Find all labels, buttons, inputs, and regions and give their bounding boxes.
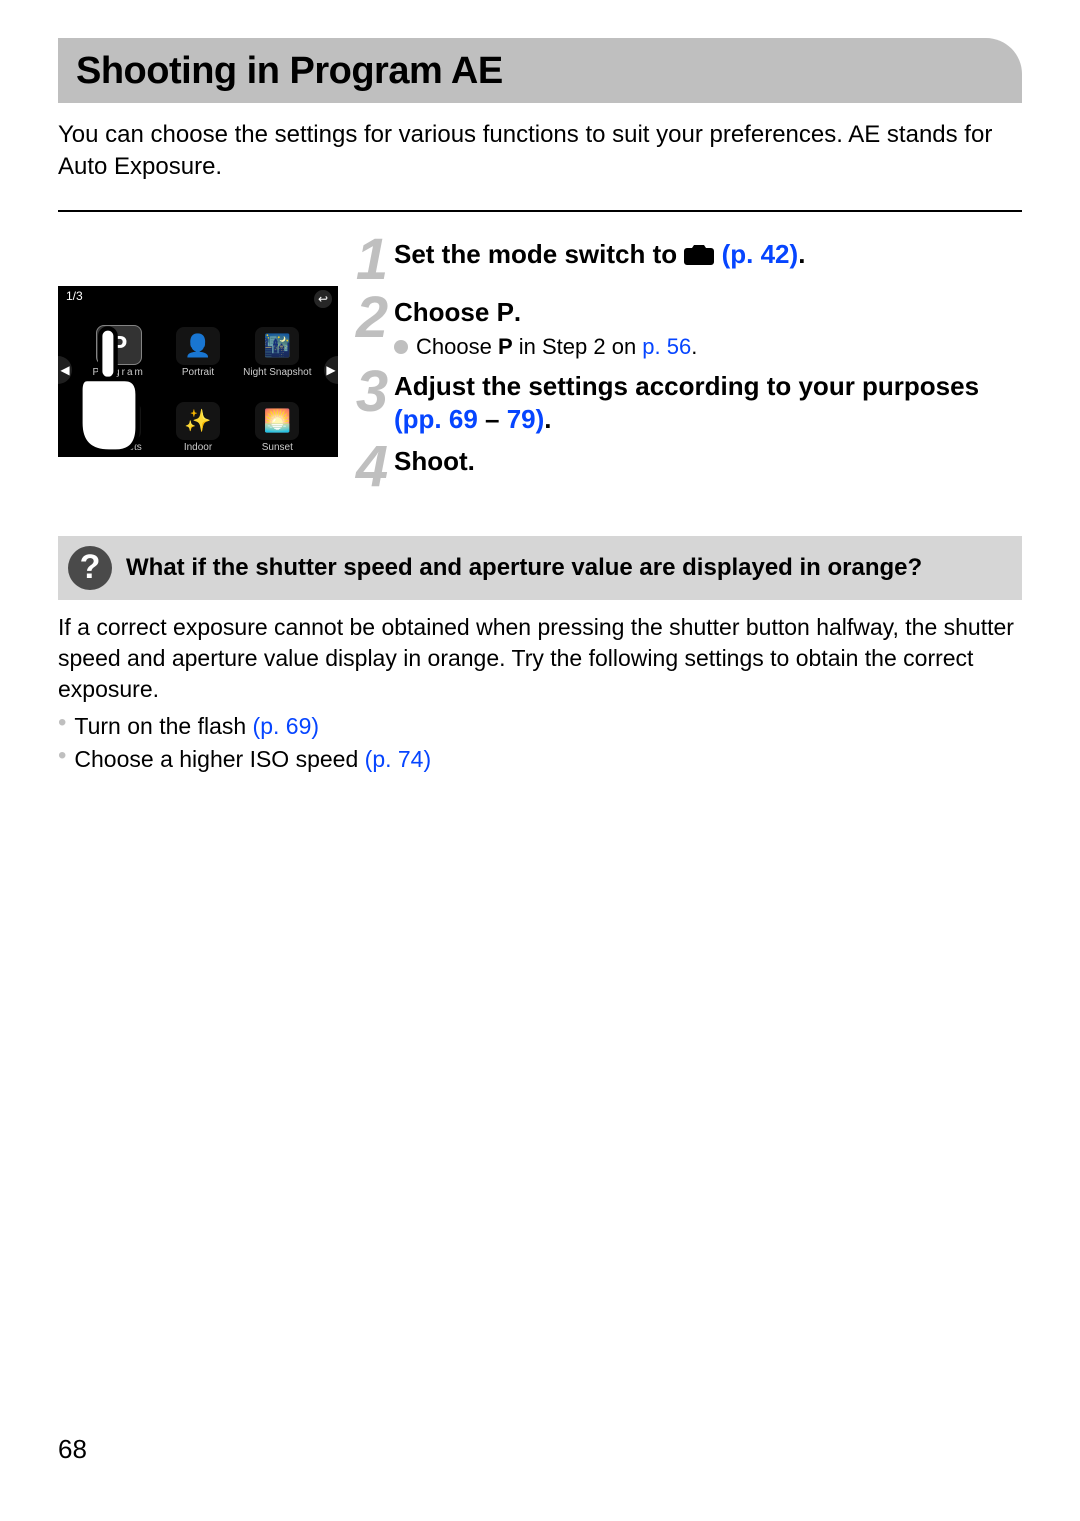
list-item: Turn on the flash (p. 69) bbox=[58, 711, 1022, 742]
step-1-text: Set the mode switch to bbox=[394, 239, 684, 269]
step-3-suffix: . bbox=[544, 404, 551, 434]
step-3-text: Adjust the settings according to your pu… bbox=[394, 371, 979, 401]
main-row: 1/3 ↩ ◀ ▶ P Program 👤 Portrait 🌃 Night S… bbox=[58, 234, 1022, 500]
question-text: What if the shutter speed and aperture v… bbox=[126, 553, 922, 583]
answer-block: If a correct exposure cannot be obtained… bbox=[58, 612, 1022, 775]
lcd-mode-sunset: 🌅 Sunset bbox=[239, 382, 316, 453]
sunset-icon: 🌅 bbox=[255, 402, 299, 440]
lcd-mode-label: Program bbox=[92, 367, 144, 378]
step-1-title: Set the mode switch to (p. 42). bbox=[394, 239, 805, 269]
lcd-mode-indoor: ✨ Indoor bbox=[159, 382, 236, 453]
lcd-page-counter: 1/3 bbox=[66, 289, 83, 303]
step-3: 3 Adjust the settings according to your … bbox=[350, 366, 1022, 435]
step-3-page-link-open[interactable]: (pp. 69 bbox=[394, 404, 478, 434]
camera-lcd-screenshot: 1/3 ↩ ◀ ▶ P Program 👤 Portrait 🌃 Night S… bbox=[58, 286, 338, 457]
lcd-mode-label: Indoor bbox=[184, 442, 212, 453]
page-title-block: Shooting in Program AE bbox=[58, 38, 1022, 103]
lcd-mode-kids: 🐾 Kids&Pets bbox=[80, 382, 157, 453]
step-number: 1 bbox=[350, 234, 394, 286]
step-2-text: Choose bbox=[394, 297, 497, 327]
lcd-mode-grid: P Program 👤 Portrait 🌃 Night Snapshot 🐾 … bbox=[80, 308, 316, 453]
lcd-mode-label: Night Snapshot bbox=[243, 367, 311, 378]
step-2-sub-mid: in Step 2 on bbox=[513, 334, 643, 359]
step-2-title: Choose P. bbox=[394, 297, 521, 327]
camera-icon bbox=[684, 242, 714, 266]
step-2-suffix: . bbox=[514, 297, 521, 327]
bullet-icon bbox=[394, 340, 408, 354]
lcd-right-arrow-icon: ▶ bbox=[324, 356, 338, 384]
step-number: 2 bbox=[350, 292, 394, 344]
step-2-page-link[interactable]: p. 56 bbox=[642, 334, 691, 359]
step-4: 4 Shoot. bbox=[350, 441, 1022, 493]
kids-pets-icon: 🐾 bbox=[97, 402, 141, 440]
lcd-mode-label: Portrait bbox=[182, 367, 214, 378]
step-1-suffix: . bbox=[798, 239, 805, 269]
lcd-left-arrow-icon: ◀ bbox=[58, 356, 72, 384]
question-banner: ? What if the shutter speed and aperture… bbox=[58, 536, 1022, 600]
manual-page: Shooting in Program AE You can choose th… bbox=[0, 0, 1080, 1521]
night-snapshot-icon: 🌃 bbox=[255, 327, 299, 365]
page-title: Shooting in Program AE bbox=[76, 50, 1004, 93]
answer-paragraph: If a correct exposure cannot be obtained… bbox=[58, 614, 1014, 702]
lcd-back-icon: ↩ bbox=[314, 290, 332, 308]
step-2: 2 Choose P. Choose P in Step 2 on p. 56. bbox=[350, 292, 1022, 361]
lcd-mode-label: Kids&Pets bbox=[96, 442, 142, 453]
step-1-page-link[interactable]: (p. 42) bbox=[722, 239, 799, 269]
p-mode-icon: P bbox=[96, 325, 142, 365]
answer-list: Turn on the flash (p. 69) Choose a highe… bbox=[58, 711, 1022, 775]
step-2-sub: Choose P in Step 2 on p. 56. bbox=[394, 334, 697, 360]
step-3-page-link-close[interactable]: 79) bbox=[507, 404, 545, 434]
p-glyph: P bbox=[498, 334, 513, 359]
lcd-mode-program: P Program bbox=[80, 308, 157, 379]
step-1: 1 Set the mode switch to (p. 42). bbox=[350, 234, 1022, 286]
portrait-icon: 👤 bbox=[176, 327, 220, 365]
intro-paragraph: You can choose the settings for various … bbox=[58, 119, 1022, 184]
answer-item-link[interactable]: (p. 74) bbox=[365, 746, 431, 772]
step-number: 3 bbox=[350, 366, 394, 418]
indoor-icon: ✨ bbox=[176, 402, 220, 440]
answer-item-link[interactable]: (p. 69) bbox=[253, 713, 319, 739]
step-number: 4 bbox=[350, 441, 394, 493]
step-3-dash: – bbox=[478, 404, 507, 434]
answer-item-text: Choose a higher ISO speed bbox=[74, 746, 364, 772]
list-item: Choose a higher ISO speed (p. 74) bbox=[58, 744, 1022, 775]
lcd-mode-night: 🌃 Night Snapshot bbox=[239, 308, 316, 379]
lcd-mode-label: Sunset bbox=[262, 442, 293, 453]
p-glyph: P bbox=[497, 297, 514, 327]
step-list: 1 Set the mode switch to (p. 42). 2 bbox=[350, 234, 1022, 500]
page-number: 68 bbox=[58, 1434, 87, 1465]
step-3-title: Adjust the settings according to your pu… bbox=[394, 371, 979, 434]
lcd-mode-portrait: 👤 Portrait bbox=[159, 308, 236, 379]
step-2-sub-suffix: . bbox=[691, 334, 697, 359]
step-2-sub-prefix: Choose bbox=[416, 334, 498, 359]
section-divider bbox=[58, 210, 1022, 212]
answer-item-text: Turn on the flash bbox=[74, 713, 252, 739]
step-4-title: Shoot. bbox=[394, 446, 475, 476]
question-mark-icon: ? bbox=[68, 546, 112, 590]
